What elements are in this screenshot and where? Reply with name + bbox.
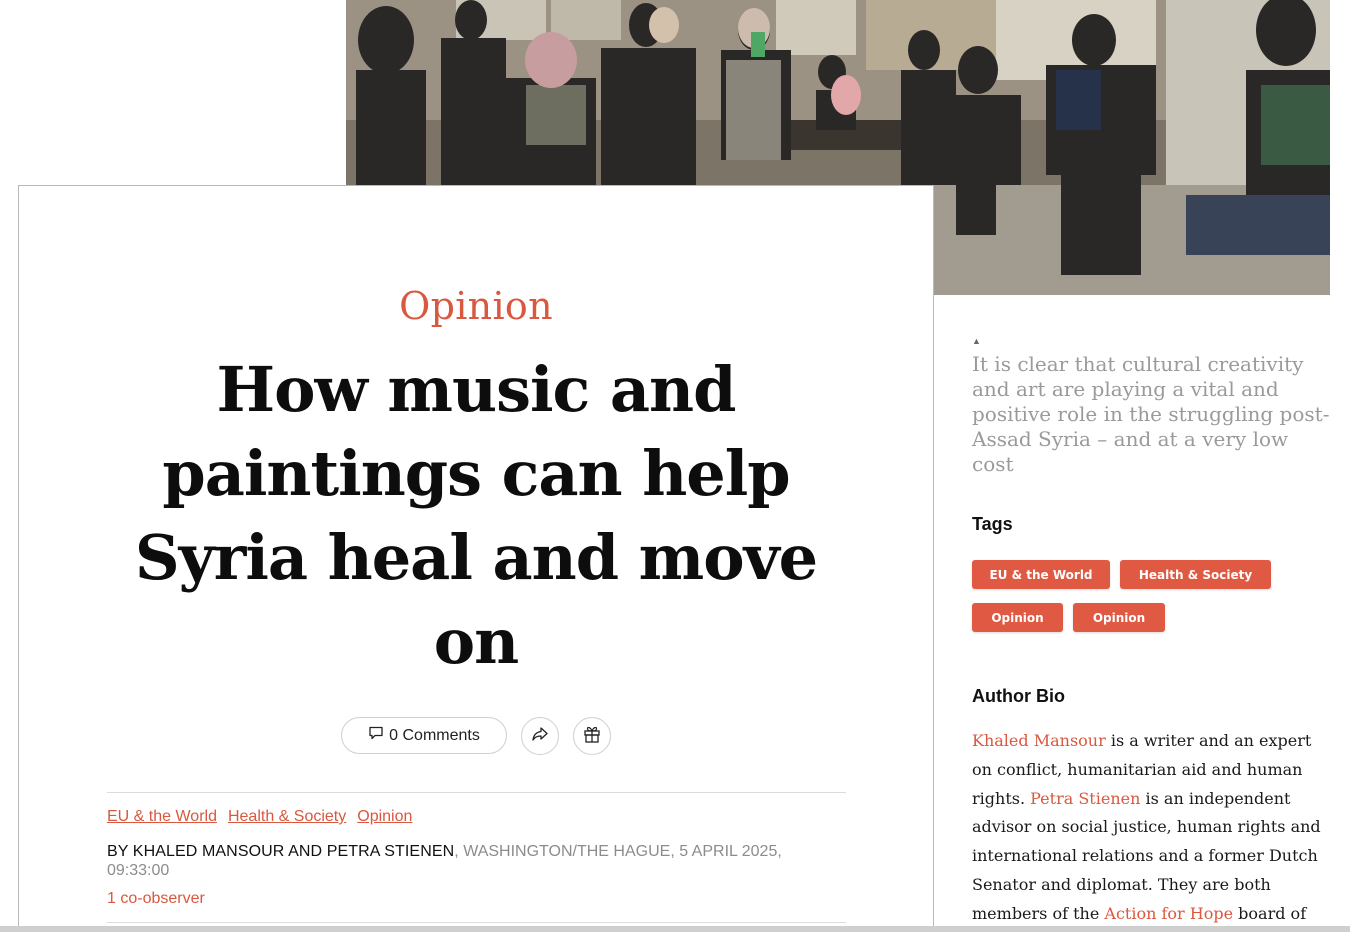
horizontal-scrollbar[interactable] xyxy=(0,926,1350,932)
tag-pill-health-society[interactable]: Health & Society xyxy=(1120,560,1271,589)
article-tag-links: EU & the World Health & Society Opinion xyxy=(107,808,423,826)
author-bio: Khaled Mansour is a writer and an expert… xyxy=(972,727,1334,932)
tag-pill-eu-world[interactable]: EU & the World xyxy=(972,560,1110,589)
byline: BY KHALED MANSOUR AND PETRA STIENEN, WAS… xyxy=(107,842,827,880)
author-link-petra-stienen[interactable]: Petra Stienen xyxy=(1030,789,1140,808)
tags-heading: Tags xyxy=(972,514,1013,534)
tag-link-eu-world[interactable]: EU & the World xyxy=(107,808,217,825)
byline-authors: BY KHALED MANSOUR AND PETRA STIENEN xyxy=(107,843,455,860)
share-arrow-icon xyxy=(531,725,549,748)
article-card: Opinion How music and paintings can help… xyxy=(18,185,934,932)
author-bio-heading: Author Bio xyxy=(972,686,1065,706)
author-link-khaled-mansour[interactable]: Khaled Mansour xyxy=(972,731,1106,750)
comments-label: 0 Comments xyxy=(389,726,480,744)
article-actions: 0 Comments xyxy=(19,717,933,755)
gift-button[interactable] xyxy=(573,717,611,755)
org-link-action-for-hope[interactable]: Action for Hope xyxy=(1104,904,1233,923)
bio-text: is an independent advisor on social just… xyxy=(972,788,1321,923)
comments-button[interactable]: 0 Comments xyxy=(341,717,507,754)
speech-bubble-icon xyxy=(368,725,384,746)
tag-pill-opinion-2[interactable]: Opinion xyxy=(1073,603,1165,632)
tag-link-opinion[interactable]: Opinion xyxy=(357,808,412,825)
article-headline: How music and paintings can help Syria h… xyxy=(134,353,818,678)
divider xyxy=(107,922,846,923)
tag-link-health-society[interactable]: Health & Society xyxy=(228,808,346,825)
gift-icon xyxy=(582,724,602,749)
caret-up-icon[interactable]: ▲ xyxy=(972,336,981,346)
article-kicker[interactable]: Opinion xyxy=(19,284,933,328)
tag-pill-opinion[interactable]: Opinion xyxy=(972,603,1063,632)
share-button[interactable] xyxy=(521,717,559,755)
article-summary: It is clear that cultural creativity and… xyxy=(972,352,1330,476)
co-observer-link[interactable]: 1 co-observer xyxy=(107,890,205,908)
divider xyxy=(107,792,846,793)
